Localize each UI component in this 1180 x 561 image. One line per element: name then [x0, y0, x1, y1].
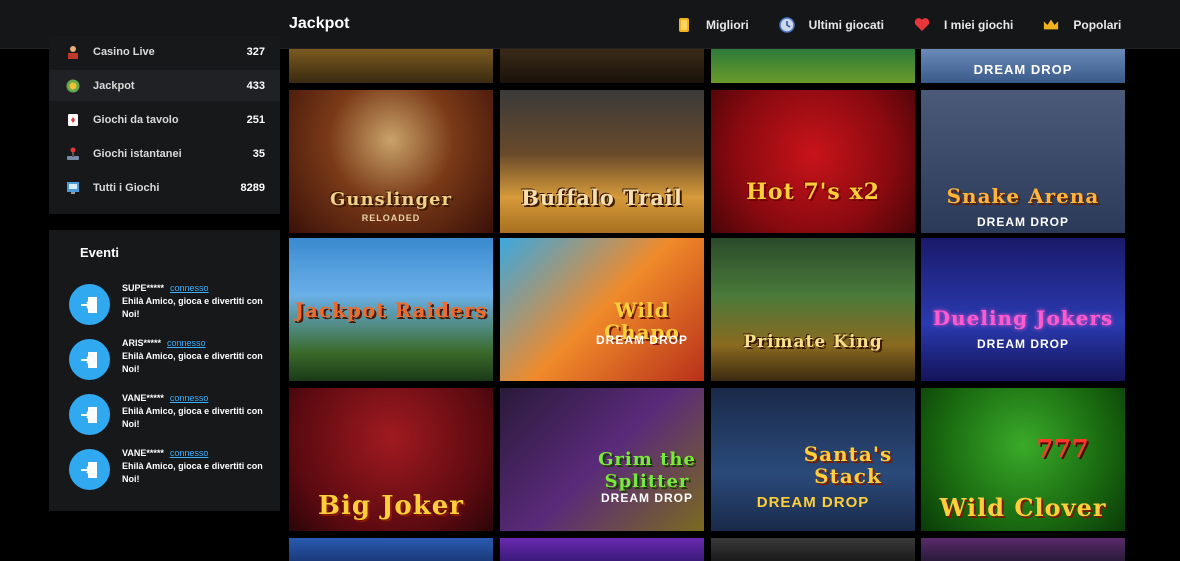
game-tile-big-joker[interactable]: Big Joker: [289, 388, 493, 531]
nav-miei-giochi[interactable]: I miei giochi: [914, 17, 1013, 33]
game-tile[interactable]: [711, 49, 915, 83]
event-message: Ehilà Amico, gioca e divertiti con Noi!: [122, 296, 263, 319]
event-connesso-link[interactable]: connesso: [170, 393, 209, 403]
game-tile-buffalo-trail[interactable]: Buffalo Trail: [500, 90, 704, 233]
game-tile[interactable]: DREAM DROP: [921, 49, 1125, 83]
game-title: Buffalo Trail: [521, 185, 683, 210]
category-count: 433: [246, 79, 265, 92]
event-user: SUPE*****: [122, 283, 165, 293]
game-tile-gunslinger[interactable]: Gunslinger RELOADED: [289, 90, 493, 233]
login-door-icon: [69, 284, 110, 325]
game-title: Santa's Stack: [803, 442, 893, 488]
nav-popolari[interactable]: Popolari: [1043, 17, 1121, 33]
category-tutti-giochi[interactable]: Tutti i Giochi 8289: [49, 172, 280, 203]
card-icon: [66, 113, 80, 127]
game-tile[interactable]: [289, 49, 493, 83]
category-count: 251: [246, 113, 265, 126]
top-nav: Migliori Ultimi giocati I miei giochi Po…: [676, 0, 1121, 49]
game-title: Snake Arena: [946, 184, 1100, 208]
game-tile[interactable]: [921, 538, 1125, 561]
event-connesso-link[interactable]: connesso: [167, 338, 206, 348]
game-title: Primate King: [743, 332, 883, 352]
game-title: Grim the Splitter: [598, 449, 696, 492]
category-label: Giochi istantanei: [93, 147, 182, 160]
gold-bar-icon: [676, 17, 692, 33]
game-subtitle: DREAM DROP: [976, 215, 1069, 229]
heart-icon: [914, 17, 930, 33]
game-subtitle: DREAM DROP: [595, 333, 688, 347]
events-panel: Eventi SUPE***** connesso Ehilà Amico, gi…: [49, 230, 280, 511]
game-tile-primate-king[interactable]: Primate King: [711, 238, 915, 381]
nav-ultimi-label: Ultimi giocati: [808, 17, 885, 32]
joystick-icon: [66, 147, 80, 161]
game-subtitle: 777: [1036, 434, 1090, 463]
game-title: Jackpot Raiders: [294, 298, 488, 322]
game-tile-wild-chapo[interactable]: Wild Chapo DREAM DROP: [500, 238, 704, 381]
event-connesso-link[interactable]: connesso: [170, 448, 209, 458]
page-title: Jackpot: [289, 15, 350, 32]
game-title: Hot 7's x2: [746, 179, 880, 205]
nav-miei-label: I miei giochi: [944, 17, 1014, 32]
category-count: 327: [246, 45, 265, 58]
category-panel: Casino Live 327 Jackpot 433 Giochi da ta…: [49, 36, 280, 214]
game-subtitle: DREAM DROP: [976, 337, 1069, 351]
game-tile[interactable]: [500, 538, 704, 561]
category-label: Giochi da tavolo: [93, 113, 179, 126]
game-title: Dueling Jokers: [932, 306, 1114, 330]
category-label: Tutti i Giochi: [93, 181, 160, 194]
login-door-icon: [69, 449, 110, 490]
game-title: Wild Clover: [939, 493, 1107, 522]
game-title: Gunslinger: [330, 189, 452, 210]
login-door-icon: [69, 339, 110, 380]
event-message: Ehilà Amico, gioca e divertiti con Noi!: [122, 461, 263, 484]
game-subtitle: RELOADED: [361, 213, 421, 223]
game-tile[interactable]: [500, 49, 704, 83]
game-tile-hot-7s[interactable]: Hot 7's x2: [711, 90, 915, 233]
crown-icon: [1043, 17, 1059, 33]
category-casino-live[interactable]: Casino Live 327: [49, 36, 280, 67]
category-giochi-istantanei[interactable]: Giochi istantanei 35: [49, 138, 280, 169]
game-tile-dueling-jokers[interactable]: Dueling Jokers DREAM DROP: [921, 238, 1125, 381]
category-count: 35: [252, 147, 265, 160]
event-message: Ehilà Amico, gioca e divertiti con Noi!: [122, 351, 263, 374]
event-item: ARIS***** connesso Ehilà Amico, gioca e d…: [69, 337, 269, 387]
category-giochi-tavolo[interactable]: Giochi da tavolo 251: [49, 104, 280, 135]
game-subtitle: DREAM DROP: [973, 62, 1073, 77]
clock-icon: [778, 16, 795, 33]
login-door-icon: [69, 394, 110, 435]
event-item: VANE***** connesso Ehilà Amico, gioca e d…: [69, 447, 269, 497]
events-title: Eventi: [80, 245, 120, 260]
nav-migliori-label: Migliori: [706, 17, 749, 32]
event-connesso-link[interactable]: connesso: [170, 283, 209, 293]
event-item: SUPE***** connesso Ehilà Amico, gioca e d…: [69, 282, 269, 332]
event-user: ARIS*****: [122, 338, 162, 348]
nav-popolari-label: Popolari: [1073, 17, 1122, 32]
game-subtitle: DREAM DROP: [756, 494, 870, 511]
event-user: VANE*****: [122, 448, 164, 458]
category-count: 8289: [240, 181, 265, 194]
nav-ultimi-giocati[interactable]: Ultimi giocati: [778, 16, 885, 33]
game-tile-wild-clover[interactable]: 777 Wild Clover: [921, 388, 1125, 531]
category-jackpot[interactable]: Jackpot 433: [49, 70, 280, 101]
game-tile-jackpot-raiders[interactable]: Jackpot Raiders: [289, 238, 493, 381]
game-subtitle: DREAM DROP: [600, 491, 693, 505]
slot-machine-icon: [66, 181, 80, 195]
dealer-icon: [66, 45, 80, 59]
game-tile[interactable]: [711, 538, 915, 561]
game-title: Big Joker: [318, 491, 464, 521]
game-tile-grim-splitter[interactable]: Grim the Splitter DREAM DROP: [500, 388, 704, 531]
game-tile-snake-arena[interactable]: Snake Arena DREAM DROP: [921, 90, 1125, 233]
game-tile-santas-stack[interactable]: Santa's Stack DREAM DROP: [711, 388, 915, 531]
chip-icon: [66, 79, 80, 93]
category-label: Jackpot: [93, 79, 135, 92]
event-user: VANE*****: [122, 393, 164, 403]
event-item: VANE***** connesso Ehilà Amico, gioca e d…: [69, 392, 269, 442]
nav-migliori[interactable]: Migliori: [676, 17, 749, 33]
event-message: Ehilà Amico, gioca e divertiti con Noi!: [122, 406, 263, 429]
game-tile[interactable]: [289, 538, 493, 561]
category-label: Casino Live: [93, 45, 155, 58]
